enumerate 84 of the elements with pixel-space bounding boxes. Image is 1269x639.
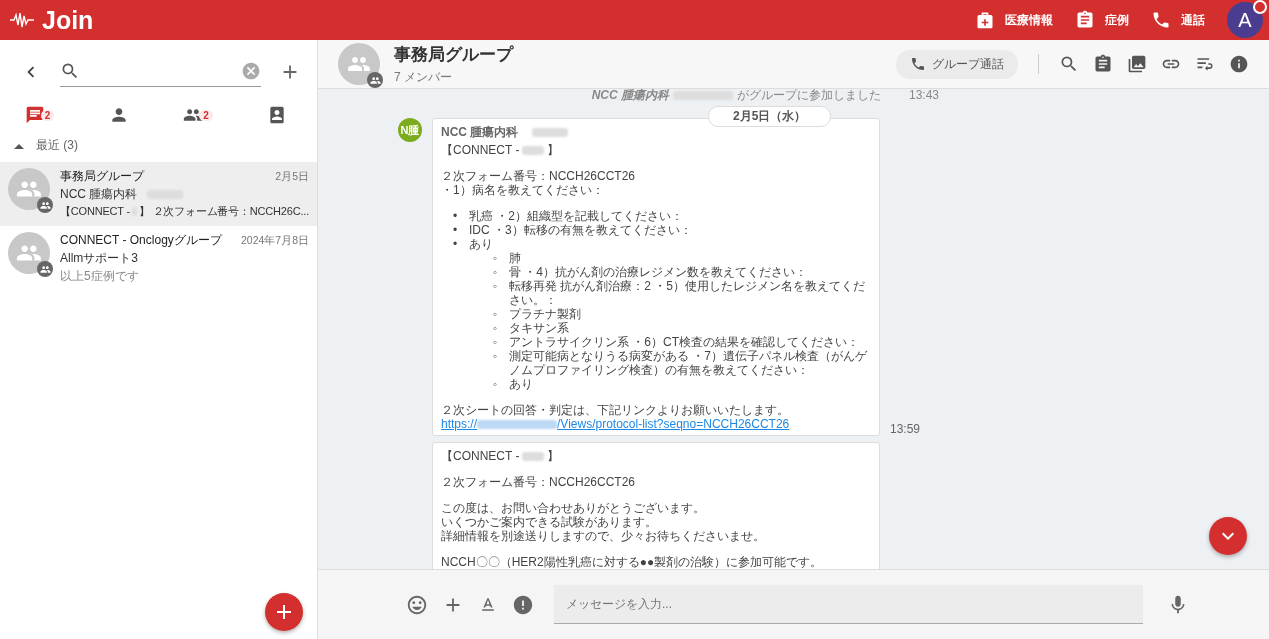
count-badge: 2 xyxy=(199,109,213,121)
sender-name: NCC 腫瘍内科 xyxy=(441,125,519,139)
clipboard-icon xyxy=(1075,10,1095,30)
count-badge: 2 xyxy=(40,109,55,121)
list-item: プラチナ製剤 xyxy=(509,307,581,321)
phone-icon xyxy=(1151,10,1171,30)
list-item: アントラサイクリン系 ・6）CT検査の結果を確認してください： xyxy=(509,335,859,349)
clipboard-icon[interactable] xyxy=(1093,54,1113,74)
list-item: あり xyxy=(509,377,533,391)
conversation-item[interactable]: 事務局グループ 2月5日 NCC 腫瘍内科 【CONNECT - 】 ２次フォーム番号：NCCH26C... xyxy=(0,162,317,226)
scroll-down-button[interactable] xyxy=(1209,517,1247,555)
message-text: NCCH〇〇（HER2陽性乳癌に対する●●製剤の治験）に参加可能です。 xyxy=(441,555,824,569)
sender-name: Allmサポート3 xyxy=(60,250,138,267)
search-icon xyxy=(60,61,80,81)
chat-title: 事務局グループ xyxy=(394,43,513,66)
redacted-block xyxy=(532,127,569,137)
chat-icon xyxy=(24,105,45,125)
message-preview: 以上5症例です xyxy=(60,268,139,285)
new-chat-button[interactable] xyxy=(265,593,303,631)
list-item: 肺 xyxy=(509,251,521,265)
conversation-name: 事務局グループ xyxy=(60,168,146,185)
message-text: 】 xyxy=(547,143,560,157)
bullet-marker: ◦ xyxy=(493,377,499,391)
message-preview: 【CONNECT - xyxy=(60,204,130,219)
photo-library-icon[interactable] xyxy=(1127,54,1147,74)
bullet-marker: ◦ xyxy=(493,349,499,365)
bullet-marker: ◦ xyxy=(493,307,499,321)
protocol-link[interactable]: https:// /Views/protocol-list?seqno=NCCH26CCT26 xyxy=(441,417,871,431)
waveform-logo-icon xyxy=(10,12,34,28)
message-text: ２次フォーム番号：NCCH26CCT26 xyxy=(441,475,637,489)
date-divider: 2月5日（水） xyxy=(708,106,832,127)
message-text: ・1）病名を教えてください： xyxy=(441,183,605,197)
group-call-button[interactable]: グループ通話 xyxy=(896,49,1018,79)
nav-link[interactable]: 症例 xyxy=(1075,10,1129,30)
message-text: ２次シートの回答・判定は、下記リンクよりお願いいたします。 xyxy=(441,403,790,417)
redacted-block xyxy=(522,145,545,155)
member-count: 7 メンバー xyxy=(394,68,453,86)
list-item: 乳癌 ・2）組織型を記載してください： xyxy=(469,209,683,223)
message-preview: 】 ２次フォーム番号：NCCH26C... xyxy=(139,204,309,219)
message-text: 【CONNECT - xyxy=(441,143,520,157)
message-time: 13:43 xyxy=(908,89,939,102)
message-input[interactable]: メッセージを入力... xyxy=(554,585,1143,624)
conversation-name: CONNECT - Onclogyグループ xyxy=(60,232,224,249)
list-item: 転移再発 抗がん剤治療：2 ・5）使用したレジメン名を教えてください。： xyxy=(509,279,866,307)
section-label: 最近 (3) xyxy=(36,137,78,154)
message-text: いくつかご案内できる試験があります。 xyxy=(441,515,658,529)
system-sender: NCC 腫瘍内科 xyxy=(591,89,669,102)
bullet-marker: ◦ xyxy=(493,321,499,335)
bullet-marker: ◦ xyxy=(493,279,499,295)
bullet-marker: ◦ xyxy=(493,335,499,349)
list-item: 骨 ・4）抗がん剤の治療レジメン数を教えてください： xyxy=(509,265,807,279)
conversation-date: 2024年7月8日 xyxy=(240,234,309,248)
bullet-marker: • xyxy=(453,209,459,223)
phone-icon xyxy=(910,56,926,72)
list-item: IDC ・3）転移の有無を教えてください： xyxy=(469,223,692,237)
sidebar-tab[interactable]: 2 xyxy=(0,101,80,129)
nav-link[interactable]: 通話 xyxy=(1151,10,1205,30)
conversation-date: 2月5日 xyxy=(275,170,309,184)
message-time: 13:59 xyxy=(890,422,921,436)
nav-link[interactable]: 医療情報 xyxy=(975,10,1053,30)
bullet-marker: ◦ xyxy=(493,251,499,265)
list-item: タキサン系 xyxy=(509,321,569,335)
sidebar-tab[interactable]: 2 xyxy=(158,101,238,129)
redacted-block xyxy=(522,451,545,461)
medical-kit-icon xyxy=(975,10,995,30)
message-text: ２次フォーム番号：NCCH26CCT26 xyxy=(441,169,637,183)
alert-icon[interactable] xyxy=(512,593,534,616)
bullet-marker: • xyxy=(453,223,459,237)
message-text: この度は、お問い合わせありがとうございます。 xyxy=(441,501,706,515)
smiley-icon[interactable] xyxy=(406,593,428,616)
bullet-marker: • xyxy=(453,237,459,251)
message-text: 【CONNECT - xyxy=(441,449,520,463)
list-item: 測定可能病となりうる病変がある ・7）遺伝子パネル検査（がんゲノムプロファイリング検査）の有無を教えてください： xyxy=(509,349,869,377)
info-icon[interactable] xyxy=(1229,54,1249,74)
sender-name: NCC 腫瘍内科 xyxy=(60,186,138,203)
app-logo: Join xyxy=(42,5,94,35)
caret-icon[interactable] xyxy=(14,142,24,149)
list-item: あり xyxy=(469,237,493,251)
bullet-marker: ◦ xyxy=(493,265,499,279)
search-icon[interactable] xyxy=(1059,54,1079,74)
message-text: 】 xyxy=(547,449,560,463)
message-text: 詳細情報を別途送りしますので、少々お待ちくださいませ。 xyxy=(441,529,766,543)
sender-avatar: N腫 xyxy=(398,118,422,142)
system-message: がグループに参加しました xyxy=(736,89,881,102)
